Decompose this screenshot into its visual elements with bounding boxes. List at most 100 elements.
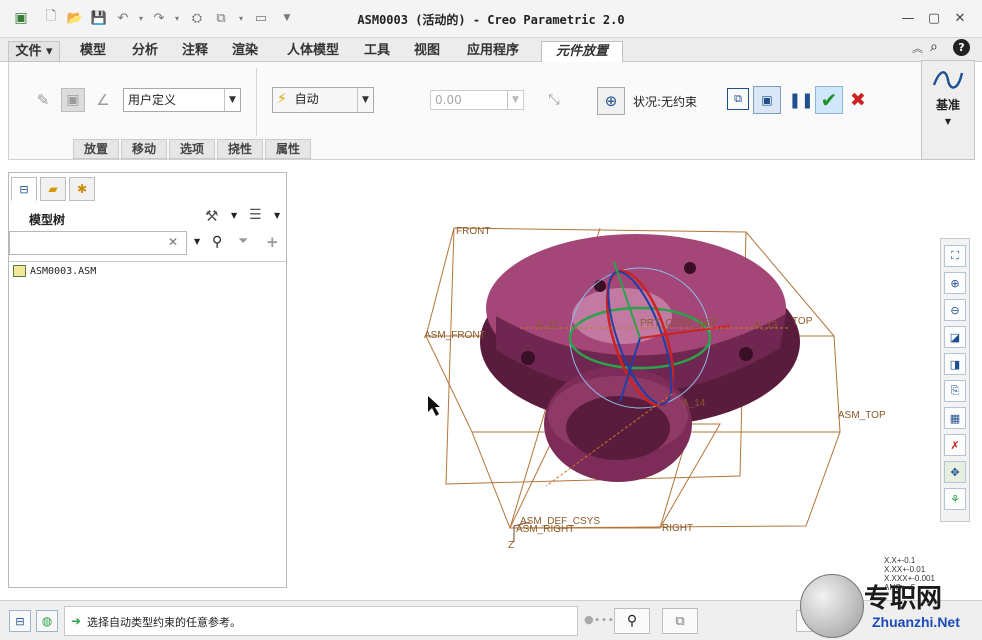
tree-item-label: ASM0003.ASM [30, 265, 97, 277]
clear-icon[interactable]: ✕ [168, 235, 178, 249]
spin-center-icon[interactable]: ✥ [944, 461, 966, 483]
window-title: ASM0003 (活动的) - Creo Parametric 2.0 [357, 13, 625, 27]
subtab-options[interactable]: 选项 [169, 139, 215, 159]
tab-applications[interactable]: 应用程序 [456, 41, 530, 62]
label-top: TOP [792, 316, 813, 327]
search-field[interactable]: ✕ [9, 231, 187, 255]
view-manager-icon[interactable]: ▦ [944, 407, 966, 429]
tab-render[interactable]: 渲染 [222, 41, 268, 62]
favorites-icon: ✱ [76, 182, 88, 196]
add-icon[interactable]: + [266, 233, 279, 251]
assembly-window-icon[interactable]: ▣ [753, 86, 781, 114]
tab-component-placement[interactable]: 元件放置 [541, 41, 623, 62]
tab-tools[interactable]: 工具 [356, 41, 398, 62]
close-icon[interactable]: ✕ [950, 8, 970, 28]
toggle-browser-icon[interactable]: ◍ [36, 610, 58, 632]
title-bar: ▣ 🗋 📂 💾 ↶ ▾ ↷ ▾ ⛭ ⧉ ▾ ▭ ▼ ASM0003 (活动的) … [0, 0, 982, 38]
label-z-axis: Z [508, 540, 514, 551]
label-prt-csys: PRT_CSYS_DEF [640, 318, 718, 329]
settings-tools-icon[interactable]: ⚒ [205, 207, 218, 225]
separate-window-icon[interactable]: ⧉ [727, 88, 749, 110]
subtab-flexibility[interactable]: 挠性 [217, 139, 263, 159]
message-arrow-icon: ➜ [71, 614, 82, 628]
selection-filter-icon[interactable]: ⧉ [662, 608, 698, 634]
label-a14: A_14 [682, 398, 706, 409]
search-icon[interactable]: ⌕ [930, 39, 938, 55]
label-asm-top: ASM_TOP [838, 410, 886, 421]
label-a11: A_11 [536, 320, 559, 331]
confirm-check-icon[interactable]: ✔ [815, 86, 843, 114]
help-icon[interactable]: ? [953, 39, 970, 56]
label-asm-csys: ASM_DEF_CSYS [520, 516, 600, 527]
subtab-placement[interactable]: 放置 [73, 139, 119, 159]
graphics-viewport[interactable]: FRONT ASM_FRONT TOP ASM_TOP RIGHT ASM_RI… [300, 166, 930, 596]
collapse-ribbon-icon[interactable]: ︽ [912, 40, 923, 56]
favorites-tab[interactable]: ✱ [69, 177, 95, 201]
mechanism-icon[interactable]: ∠ [93, 90, 113, 110]
chevron-down-icon: ▼ [507, 91, 523, 109]
offset-input[interactable]: 0.00 ▼ [430, 90, 524, 110]
model-canvas: FRONT ASM_FRONT TOP ASM_TOP RIGHT ASM_RI… [424, 226, 886, 551]
filter-icon[interactable]: ⏷ [238, 234, 248, 249]
tree-item[interactable]: ASM0003.ASM [13, 265, 96, 277]
move-component-icon[interactable]: ⊕ [597, 87, 625, 115]
datum-group[interactable]: 基准 ▼ [921, 60, 975, 160]
repaint-icon[interactable]: ◪ [944, 326, 966, 348]
chevron-down-icon[interactable]: ▼ [274, 211, 280, 220]
message-area: ➜ 选择自动类型约束的任意参考。 [64, 606, 578, 636]
status-label: 状况:无约束 [633, 95, 698, 109]
chevron-down-icon: ▼ [224, 89, 240, 111]
divider [9, 261, 286, 262]
zoom-out-icon[interactable]: ⊖ [944, 299, 966, 321]
model-tree-tab[interactable]: ⊟ [11, 177, 37, 201]
tolerance-line: X.X+-0.1 [884, 556, 916, 565]
mouse-cursor-icon [428, 396, 440, 416]
folder-browser-tab[interactable]: ▰ [40, 177, 66, 201]
folder-icon: ▰ [48, 182, 58, 196]
chevron-down-icon: ▼ [357, 88, 373, 112]
display-style-icon[interactable]: ◨ [944, 353, 966, 375]
tab-analysis[interactable]: 分析 [122, 41, 168, 62]
status-message: 选择自动类型约束的任意参考。 [87, 616, 241, 629]
display-mode-icon[interactable]: ▣ [61, 88, 85, 112]
lightning-icon: ⚡ [277, 91, 287, 107]
pause-icon[interactable]: ❚❚ [788, 90, 813, 110]
chevron-down-icon[interactable]: ▼ [231, 211, 237, 220]
offset-value: 0.00 [435, 93, 462, 107]
label-right: RIGHT [662, 523, 693, 534]
annotation-display-icon[interactable]: ⚘ [944, 488, 966, 510]
refit-icon[interactable]: ⛶ [944, 245, 966, 267]
tab-model[interactable]: 模型 [66, 41, 120, 62]
label-asm-front: ASM_FRONT [424, 330, 486, 341]
search-input[interactable] [13, 233, 163, 253]
subtab-properties[interactable]: 属性 [265, 139, 311, 159]
model-tree-panel: ⊟ ▰ ✱ 模型树 ⚒ ▼ ☰ ▼ ✕ ▼ ⚲ ⏷ + ASM0003.ASM [8, 172, 287, 588]
chevron-down-icon[interactable]: ▼ [194, 237, 200, 246]
find-binoculars-icon[interactable]: ⚲ [614, 608, 650, 634]
zoom-in-icon[interactable]: ⊕ [944, 272, 966, 294]
auto-constraint-dropdown[interactable]: ⚡ 自动 ▼ [272, 87, 374, 113]
watermark-url: Zhuanzhi.Net [872, 614, 960, 630]
toggle-navigator-icon[interactable]: ⊟ [9, 610, 31, 632]
find-binoculars-icon[interactable]: ⚲ [212, 234, 222, 250]
constraint-set-dropdown[interactable]: 用户定义 ▼ [123, 88, 241, 112]
tab-annotate[interactable]: 注释 [172, 41, 218, 62]
tab-file[interactable]: 文件 ▾ [8, 41, 60, 62]
saved-views-icon[interactable]: ⎘ [944, 380, 966, 402]
tab-manikin[interactable]: 人体模型 [276, 41, 350, 62]
maximize-icon[interactable]: ▢ [924, 8, 944, 28]
panel-title: 模型树 [29, 213, 66, 227]
show-list-icon[interactable]: ☰ [249, 207, 262, 223]
watermark-logo-icon [800, 574, 864, 638]
progress-indicator-icon: ●∙∙∙ [584, 613, 615, 626]
auto-constraint-value: 自动 [294, 92, 319, 106]
datum-display-icon[interactable]: ✗ [944, 434, 966, 456]
edit-placement-icon[interactable]: ✎ [33, 90, 53, 110]
constraint-set-value: 用户定义 [128, 93, 177, 107]
minimize-icon[interactable]: — [898, 8, 918, 28]
subtab-move[interactable]: 移动 [121, 139, 167, 159]
flip-constraint-icon[interactable]: ⤡ [543, 89, 565, 111]
cancel-x-icon[interactable]: ✖ [847, 89, 869, 111]
tab-view[interactable]: 视图 [404, 41, 450, 62]
chevron-down-icon: ▼ [944, 117, 952, 126]
